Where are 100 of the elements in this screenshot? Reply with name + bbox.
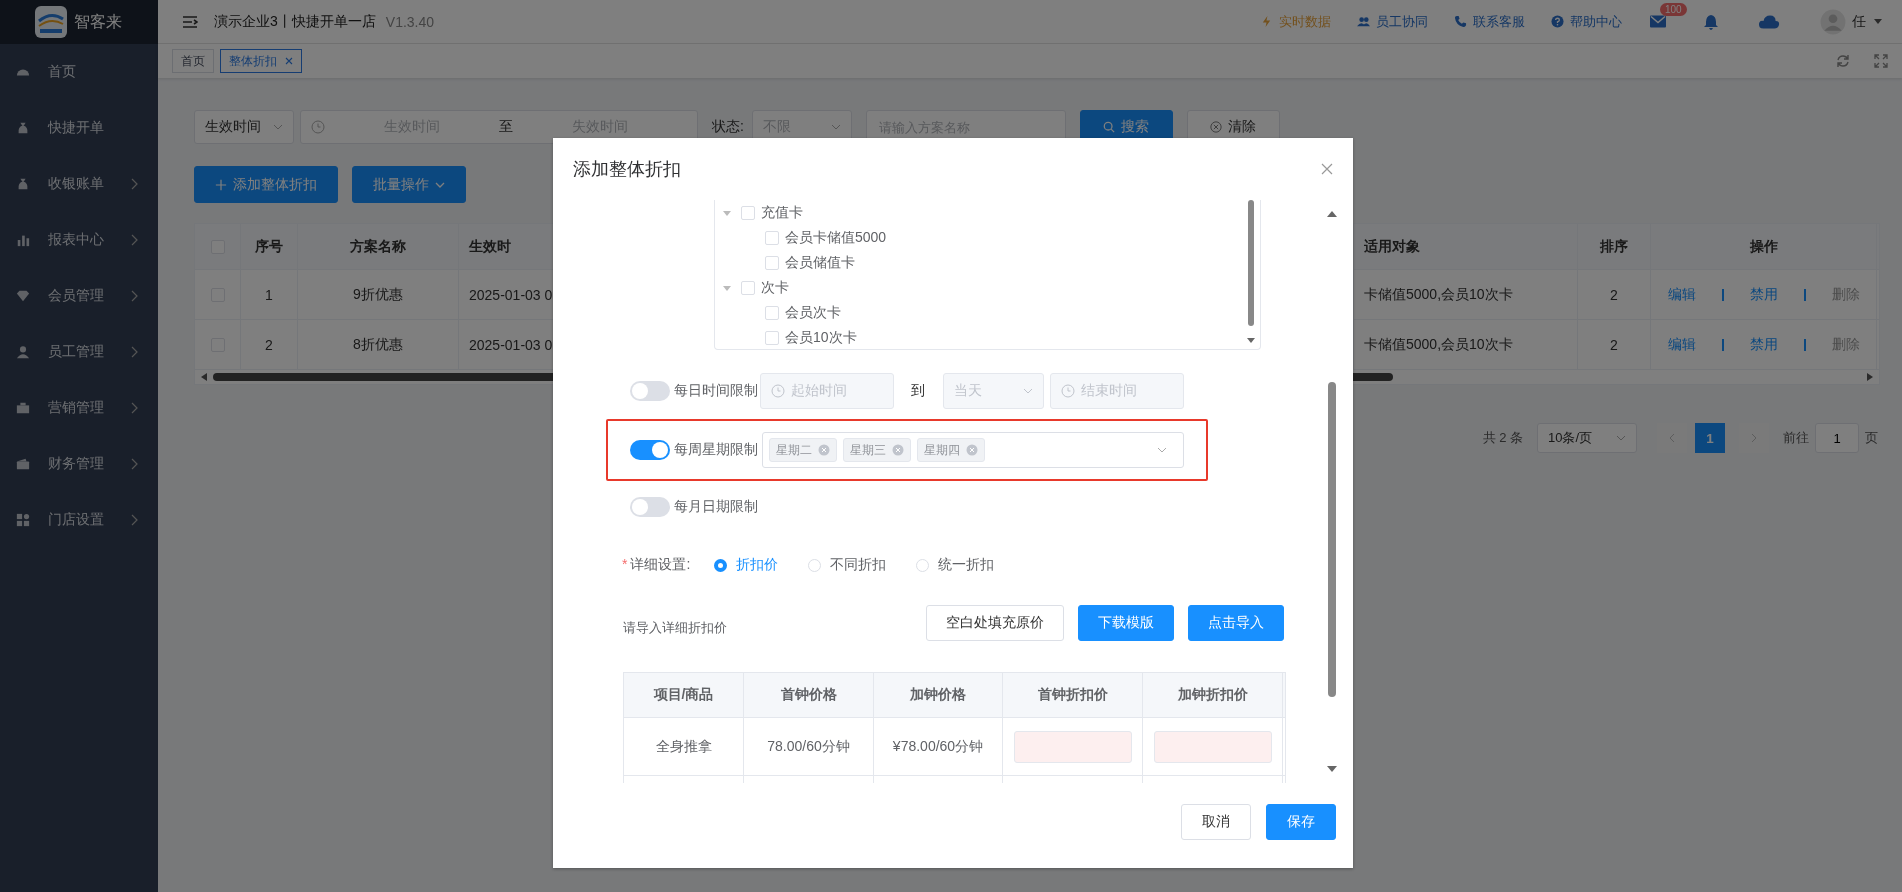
- header-link-text[interactable]: 帮助中心: [1570, 12, 1622, 31]
- dialog-button[interactable]: 保存: [1266, 804, 1336, 840]
- chart-icon: [16, 233, 30, 247]
- caret-icon[interactable]: [723, 208, 731, 217]
- sidebar-item[interactable]: 营销管理: [0, 380, 158, 436]
- batch-button[interactable]: 批量操作: [352, 166, 466, 203]
- remove-tag-icon[interactable]: [892, 444, 904, 456]
- user-name[interactable]: 任: [1852, 12, 1866, 31]
- tree-item[interactable]: 会员10次卡: [785, 328, 857, 347]
- import-button[interactable]: 下载模版: [1078, 605, 1174, 641]
- toggle-switch[interactable]: [630, 497, 670, 517]
- column-header: 加钟价格: [910, 686, 966, 704]
- scroll-down-icon[interactable]: [1327, 766, 1337, 772]
- sidebar-item[interactable]: 快捷开单: [0, 100, 158, 156]
- tree-item[interactable]: 次卡: [761, 278, 789, 297]
- sidebar-item[interactable]: 首页: [0, 44, 158, 100]
- column-header: 适用对象: [1364, 237, 1420, 256]
- scroll-up-icon[interactable]: [1327, 211, 1337, 217]
- header-link-text[interactable]: 实时数据: [1279, 12, 1331, 31]
- row-action-link[interactable]: 禁用: [1749, 285, 1778, 304]
- tree-checkbox[interactable]: [765, 305, 779, 320]
- tree-item[interactable]: 会员卡储值5000: [785, 228, 887, 247]
- help-icon: [1551, 15, 1564, 28]
- date-type-select[interactable]: 生效时间: [194, 110, 294, 144]
- close-icon[interactable]: [285, 57, 293, 65]
- chevron-right-icon: [130, 234, 138, 246]
- menu-icon[interactable]: [182, 14, 198, 29]
- price-input-field[interactable]: [1013, 730, 1132, 763]
- tree-scrollbar[interactable]: [1248, 200, 1254, 326]
- page-suffix: 页: [1865, 429, 1878, 447]
- row-action-link[interactable]: 禁用: [1749, 335, 1778, 354]
- tree-checkbox[interactable]: [741, 280, 755, 295]
- logo-icon: [34, 5, 68, 39]
- row-action-link[interactable]: 编辑: [1667, 335, 1696, 354]
- header-link-text[interactable]: 员工协同: [1376, 12, 1428, 31]
- sidebar-item[interactable]: 员工管理: [0, 324, 158, 380]
- weekday-tag[interactable]: 星期四: [917, 438, 985, 462]
- fullscreen-icon[interactable]: [1874, 54, 1888, 68]
- tree-item[interactable]: 会员次卡: [785, 303, 841, 322]
- radio-option[interactable]: 不同折扣: [808, 556, 886, 574]
- tree-item[interactable]: 充值卡: [761, 203, 803, 222]
- chevron-left-icon: [1669, 433, 1675, 443]
- goto-page-field[interactable]: 1: [1815, 423, 1859, 453]
- dialog-button[interactable]: 取消: [1181, 804, 1251, 840]
- sidebar-item[interactable]: 财务管理: [0, 436, 158, 492]
- tree-checkbox[interactable]: [765, 230, 779, 245]
- radio-option[interactable]: 折扣价: [714, 556, 778, 574]
- row-action-link[interactable]: 编辑: [1667, 285, 1696, 304]
- tree-checkbox[interactable]: [765, 330, 779, 345]
- scroll-left-icon[interactable]: [201, 373, 207, 381]
- table-cell: 全身推拿: [655, 737, 712, 756]
- sidebar-item[interactable]: 收银账单: [0, 156, 158, 212]
- cloud-icon[interactable]: [1758, 13, 1780, 30]
- toggle-switch[interactable]: [630, 381, 670, 401]
- team-icon: [1357, 15, 1370, 28]
- add-button[interactable]: 添加整体折扣: [194, 166, 338, 203]
- close-icon[interactable]: [1321, 163, 1333, 175]
- chevron-right-icon: [130, 514, 138, 526]
- price-input-field[interactable]: [1153, 730, 1272, 763]
- vertical-scrollbar[interactable]: [1328, 382, 1336, 697]
- toggle-switch[interactable]: [630, 440, 670, 460]
- weekday-select[interactable]: 星期二 星期三 星期四: [762, 432, 1184, 468]
- weekday-tag[interactable]: 星期三: [843, 438, 911, 462]
- remove-tag-icon[interactable]: [818, 444, 830, 456]
- status-label: 状态:: [712, 118, 744, 136]
- page-size-select[interactable]: 10条/页: [1537, 423, 1637, 453]
- header-link[interactable]: 帮助中心: [1551, 12, 1622, 31]
- chevron-right-icon: [1751, 433, 1757, 443]
- sidebar-item[interactable]: 会员管理: [0, 268, 158, 324]
- import-button[interactable]: 点击导入: [1188, 605, 1284, 641]
- sidebar-item[interactable]: 报表中心: [0, 212, 158, 268]
- refresh-icon[interactable]: [1836, 54, 1850, 68]
- total-count: 共 2 条: [1482, 429, 1523, 447]
- radio-option[interactable]: 统一折扣: [916, 556, 994, 574]
- page-tab[interactable]: 整体折扣: [220, 49, 302, 73]
- scroll-down-icon[interactable]: [1247, 338, 1255, 343]
- tree-checkbox[interactable]: [741, 205, 755, 220]
- avatar-icon[interactable]: [1820, 8, 1846, 35]
- version-text: V1.3.40: [385, 13, 435, 30]
- tree-item[interactable]: 会员储值卡: [785, 253, 855, 272]
- header-link[interactable]: 实时数据: [1260, 12, 1331, 31]
- import-button[interactable]: 空白处填充原价: [926, 605, 1064, 641]
- page-tab[interactable]: 首页: [172, 49, 214, 73]
- chevron-right-icon: [130, 402, 138, 414]
- weekday-tag[interactable]: 星期二: [769, 438, 837, 462]
- bell-icon[interactable]: [1704, 13, 1718, 30]
- header-link[interactable]: 员工协同: [1357, 12, 1428, 31]
- page-number[interactable]: 1: [1695, 423, 1725, 453]
- header-link-text[interactable]: 联系客服: [1473, 12, 1525, 31]
- chevron-down-icon: [830, 124, 841, 130]
- column-header: 首钟折扣价: [1037, 686, 1108, 704]
- sidebar-item[interactable]: 门店设置: [0, 492, 158, 548]
- caret-icon[interactable]: [723, 283, 731, 292]
- header-link[interactable]: 联系客服: [1454, 12, 1525, 31]
- remove-tag-icon[interactable]: [966, 444, 978, 456]
- tree-checkbox[interactable]: [765, 255, 779, 270]
- clock-icon: [770, 384, 785, 398]
- clock-icon: [1060, 384, 1075, 398]
- scroll-right-icon[interactable]: [1867, 373, 1873, 381]
- mail-icon[interactable]: [1650, 15, 1666, 28]
